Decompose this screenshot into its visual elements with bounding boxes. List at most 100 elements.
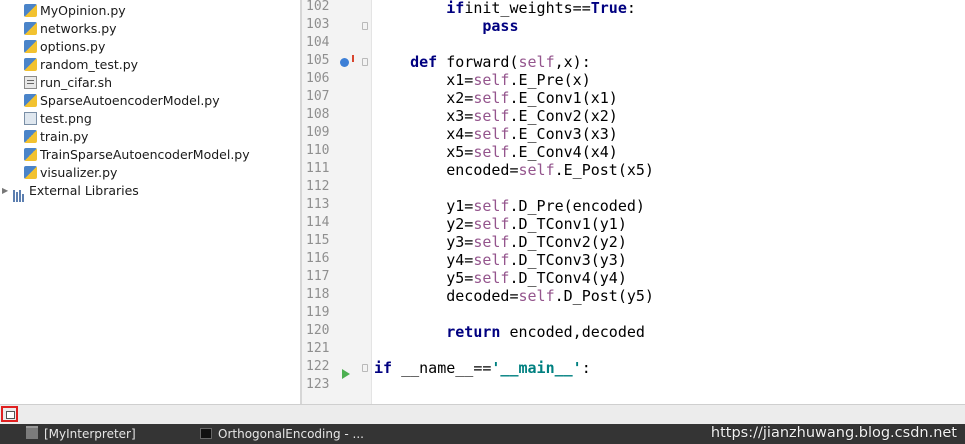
code-token: pass [482, 17, 519, 35]
tree-item[interactable]: ▶ External Libraries [2, 182, 139, 202]
line-number: 103 [306, 17, 330, 32]
watermark: https://jianzhuwang.blog.csdn.net [710, 425, 957, 441]
code-token: encoded= [446, 161, 519, 179]
tree-item-label: TrainSparseAutoencoderModel.py [40, 147, 250, 162]
code-token: '__main__' [491, 359, 582, 377]
line-number: 107 [306, 89, 330, 104]
code-token: self [473, 269, 510, 287]
python-file-icon [24, 40, 37, 53]
image-file-icon [24, 112, 37, 125]
code-token: .E_Post(x5) [554, 161, 654, 179]
code-token: : [626, 0, 636, 17]
tree-item-label: SparseAutoencoderModel.py [40, 93, 220, 108]
code-token: : [581, 359, 591, 377]
line-number: 120 [306, 323, 330, 338]
tool-windows-toggle-button[interactable] [1, 406, 18, 422]
tree-item-label: run_cifar.sh [40, 75, 113, 90]
code-token: self [473, 89, 510, 107]
code-token: self [518, 53, 555, 71]
code-token: .E_Conv2(x2) [509, 107, 618, 125]
code-token: .E_Pre(x) [509, 71, 591, 89]
line-number: 111 [306, 161, 330, 176]
code-token: y5= [446, 269, 474, 287]
tree-item-label: networks.py [40, 21, 117, 36]
code-token: decoded= [446, 287, 519, 305]
line-number: 121 [306, 341, 330, 356]
editor-gutter: 102 103 104 105 106 107 108 109 110 111 112 113 114 1… [302, 0, 372, 404]
tool-window-icon [6, 411, 15, 419]
code-line: decoded=self.D_Post(y5) [374, 287, 654, 305]
fold-marker-icon[interactable] [362, 22, 368, 30]
tree-item[interactable]: test.png [24, 110, 92, 128]
tree-item[interactable]: train.py [24, 128, 88, 146]
python-file-icon [24, 22, 37, 35]
code-token: .D_TConv3(y3) [509, 251, 627, 269]
tree-item[interactable]: TrainSparseAutoencoderModel.py [24, 146, 250, 164]
tree-item[interactable]: visualizer.py [24, 164, 117, 182]
code-token: .D_TConv1(y1) [509, 215, 627, 233]
tree-item[interactable]: run_cifar.sh [24, 74, 112, 92]
line-number: 113 [306, 197, 330, 212]
code-token: .D_Post(y5) [554, 287, 654, 305]
taskbar-item-interpreter[interactable]: [MyInterpreter] [26, 424, 136, 444]
code-token: y3= [446, 233, 474, 251]
tree-item[interactable]: options.py [24, 38, 105, 56]
tree-item[interactable]: networks.py [24, 20, 117, 38]
code-token: x5= [446, 143, 474, 161]
python-file-icon [24, 148, 37, 161]
code-token: return [446, 323, 501, 341]
code-line: return encoded,decoded [374, 323, 645, 341]
override-method-icon[interactable] [340, 55, 354, 67]
line-number: 109 [306, 125, 330, 140]
code-line: x5=self.E_Conv4(x4) [374, 143, 618, 161]
tree-item-label: train.py [40, 129, 89, 144]
run-gutter-icon[interactable] [342, 369, 350, 379]
folder-icon [26, 426, 38, 439]
code-token: if [374, 359, 393, 377]
tree-item[interactable]: random_test.py [24, 56, 138, 74]
code-line: x3=self.E_Conv2(x2) [374, 107, 618, 125]
code-token: self [518, 161, 555, 179]
code-token: self [473, 215, 510, 233]
tree-item[interactable]: MyOpinion.py [24, 2, 126, 20]
taskbar-item-label: [MyInterpreter] [44, 427, 136, 441]
tree-item[interactable]: SparseAutoencoderModel.py [24, 92, 220, 110]
expand-arrow-icon[interactable]: ▶ [2, 182, 8, 200]
taskbar-item-pycharm[interactable]: OrthogonalEncoding - ... [200, 424, 364, 444]
fold-marker-icon[interactable] [362, 364, 368, 372]
taskbar-item-label: OrthogonalEncoding - ... [218, 427, 364, 441]
taskbar: [MyInterpreter] OrthogonalEncoding - ...… [0, 424, 965, 444]
fold-marker-icon[interactable] [362, 58, 368, 66]
code-line: x2=self.E_Conv1(x1) [374, 89, 618, 107]
code-line: pass [374, 17, 519, 35]
line-number: 112 [306, 179, 330, 194]
code-token: y1= [446, 197, 474, 215]
tree-item-label: visualizer.py [40, 165, 118, 180]
code-token: .E_Conv3(x3) [509, 125, 618, 143]
code-token: self [473, 71, 510, 89]
code-token: .E_Conv4(x4) [509, 143, 618, 161]
code-editor[interactable]: ifinit_weights==True: pass def forward(s… [372, 0, 965, 404]
code-line: def forward(self,x): [374, 53, 591, 71]
tree-item-label: options.py [40, 39, 106, 54]
code-token: y4= [446, 251, 474, 269]
code-token: x3= [446, 107, 474, 125]
code-line: encoded=self.E_Post(x5) [374, 161, 654, 179]
line-number: 119 [306, 305, 330, 320]
code-line: if __name__=='__main__': [374, 359, 591, 377]
line-number: 110 [306, 143, 330, 158]
code-line: y3=self.D_TConv2(y2) [374, 233, 627, 251]
project-tree: MyOpinion.py networks.py options.py random_… [0, 0, 300, 404]
code-token: self [473, 143, 510, 161]
line-number: 123 [306, 377, 330, 392]
